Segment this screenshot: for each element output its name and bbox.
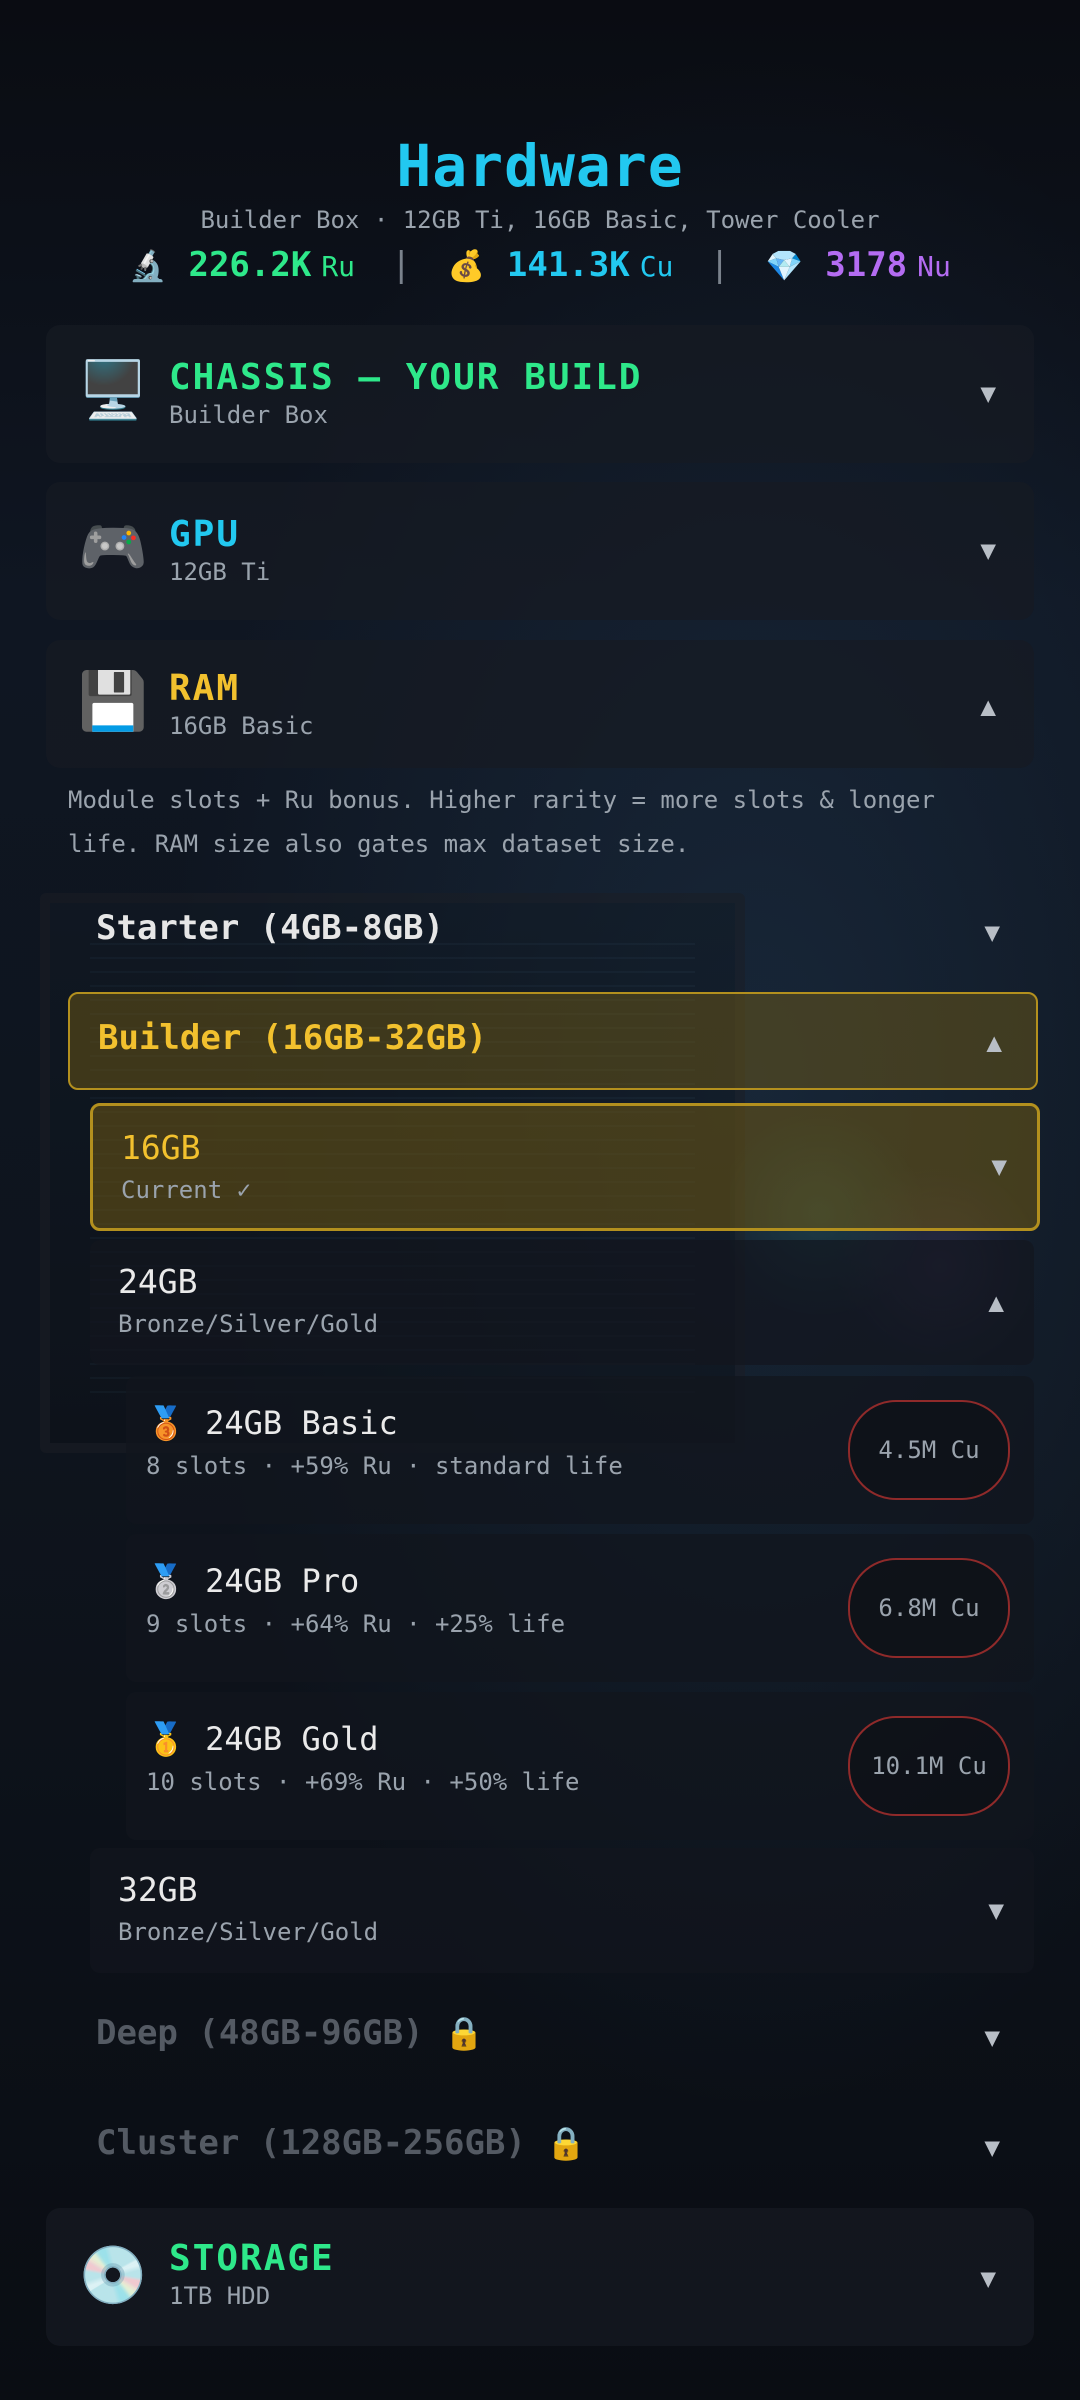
section-ram[interactable]: 💾 RAM 16GB Basic ▲ <box>46 640 1034 768</box>
ram-option-24gb-basic: 🥉 24GB Basic 8 slots · +59% Ru · standar… <box>126 1376 1034 1524</box>
buy-button[interactable]: 6.8M Cu <box>848 1558 1010 1658</box>
section-gpu[interactable]: 🎮 GPU 12GB Ti ▼ <box>46 482 1034 620</box>
chevron-down-icon[interactable]: ▼ <box>980 536 996 566</box>
option-details: 10 slots · +69% Ru · +50% life <box>146 1768 580 1796</box>
cu-unit: Cu <box>639 250 674 283</box>
gold-medal-icon: 🥇 <box>146 1720 186 1758</box>
tier-starter-label: Starter (4GB-8GB) <box>96 908 444 948</box>
nu-amount: 3178 <box>825 245 908 285</box>
nu-unit: Nu <box>917 250 951 283</box>
ram-option-24gb-pro: 🥈 24GB Pro 9 slots · +64% Ru · +25% life… <box>126 1534 1034 1682</box>
chevron-down-icon[interactable]: ▼ <box>984 918 1000 948</box>
section-storage-sub: 1TB HDD <box>169 2282 271 2310</box>
separator: | <box>391 245 412 285</box>
tier-cluster-label: Cluster (128GB-256GB) 🔒 <box>96 2123 587 2163</box>
disc-icon: 💿 <box>78 2243 148 2308</box>
money-bag-icon: 💰 <box>447 249 485 284</box>
currency-cu: 💰 141.3K Cu <box>448 245 674 285</box>
chevron-down-icon[interactable]: ▼ <box>991 1152 1007 1182</box>
ru-amount: 226.2K <box>188 245 312 285</box>
tier-cluster[interactable]: Cluster (128GB-256GB) 🔒 ▼ <box>68 2097 1034 2193</box>
gamepad-icon: 🎮 <box>78 515 148 580</box>
ram-size-16gb-label: 16GB <box>121 1128 201 1167</box>
page-title: Hardware <box>396 132 684 200</box>
ram-size-16gb[interactable]: 16GB Current ✓ ▼ <box>90 1103 1040 1231</box>
ram-size-24gb[interactable]: 24GB Bronze/Silver/Gold ▲ <box>90 1240 1034 1365</box>
tier-deep[interactable]: Deep (48GB-96GB) 🔒 ▼ <box>68 1987 1034 2083</box>
currency-ru: 🔬 226.2K Ru <box>129 245 355 285</box>
cu-amount: 141.3K <box>506 245 630 285</box>
lock-icon: 🔒 <box>444 2014 484 2052</box>
option-name: 🥈 24GB Pro <box>146 1562 360 1600</box>
separator: | <box>709 245 730 285</box>
ram-size-16gb-status: Current ✓ <box>121 1176 252 1204</box>
ram-option-24gb-gold: 🥇 24GB Gold 10 slots · +69% Ru · +50% li… <box>126 1692 1034 1840</box>
ram-size-32gb-sub: Bronze/Silver/Gold <box>118 1918 379 1946</box>
silver-medal-icon: 🥈 <box>146 1562 186 1600</box>
currency-bar: 🔬 226.2K Ru | 💰 141.3K Cu | 💎 3178 Nu <box>0 245 1080 285</box>
tier-starter[interactable]: Starter (4GB-8GB) ▼ <box>68 882 1034 978</box>
section-ram-title: RAM <box>169 668 241 709</box>
microscope-icon: 🔬 <box>129 249 167 284</box>
build-summary: Builder Box · 12GB Ti, 16GB Basic, Tower… <box>200 206 880 234</box>
bronze-medal-icon: 🥉 <box>146 1404 186 1442</box>
tier-builder-label: Builder (16GB-32GB) <box>98 1018 487 1058</box>
tier-builder[interactable]: Builder (16GB-32GB) ▲ <box>68 992 1038 1090</box>
desktop-icon: 🖥️ <box>78 358 148 423</box>
floppy-disk-icon: 💾 <box>78 669 148 734</box>
ram-size-32gb[interactable]: 32GB Bronze/Silver/Gold ▼ <box>90 1848 1034 1973</box>
section-storage-title: STORAGE <box>169 2238 335 2279</box>
gem-icon: 💎 <box>765 249 804 284</box>
chevron-down-icon[interactable]: ▼ <box>984 2133 1000 2163</box>
option-details: 8 slots · +59% Ru · standard life <box>146 1452 623 1480</box>
option-name: 🥉 24GB Basic <box>146 1404 398 1442</box>
chevron-up-icon[interactable]: ▲ <box>986 1028 1002 1058</box>
section-gpu-sub: 12GB Ti <box>169 558 271 586</box>
section-chassis[interactable]: 🖥️ CHASSIS — YOUR BUILD Builder Box ▼ <box>46 325 1034 463</box>
chevron-down-icon[interactable]: ▼ <box>980 379 996 409</box>
ram-size-32gb-label: 32GB <box>118 1870 198 1909</box>
ram-size-24gb-sub: Bronze/Silver/Gold <box>118 1310 379 1338</box>
lock-icon: 🔒 <box>546 2124 587 2162</box>
ru-unit: Ru <box>321 250 356 283</box>
chevron-up-icon[interactable]: ▲ <box>980 692 996 722</box>
chevron-up-icon[interactable]: ▲ <box>988 1288 1004 1318</box>
section-chassis-sub: Builder Box <box>169 401 328 429</box>
chevron-down-icon[interactable]: ▼ <box>980 2264 996 2294</box>
ram-description: Module slots + Ru bonus. Higher rarity =… <box>68 786 935 858</box>
section-storage[interactable]: 💿 STORAGE 1TB HDD ▼ <box>46 2208 1034 2346</box>
ram-size-24gb-label: 24GB <box>118 1262 198 1301</box>
section-gpu-title: GPU <box>169 514 241 555</box>
tier-deep-label: Deep (48GB-96GB) 🔒 <box>96 2013 484 2053</box>
buy-button[interactable]: 4.5M Cu <box>848 1400 1010 1500</box>
option-details: 9 slots · +64% Ru · +25% life <box>146 1610 566 1638</box>
chevron-down-icon[interactable]: ▼ <box>984 2023 1000 2053</box>
option-name: 🥇 24GB Gold <box>146 1720 379 1758</box>
buy-button[interactable]: 10.1M Cu <box>848 1716 1010 1816</box>
chevron-down-icon[interactable]: ▼ <box>988 1896 1004 1926</box>
section-ram-sub: 16GB Basic <box>169 712 314 740</box>
section-chassis-title: CHASSIS — YOUR BUILD <box>169 357 643 398</box>
currency-nu: 💎 3178 Nu <box>766 245 951 285</box>
